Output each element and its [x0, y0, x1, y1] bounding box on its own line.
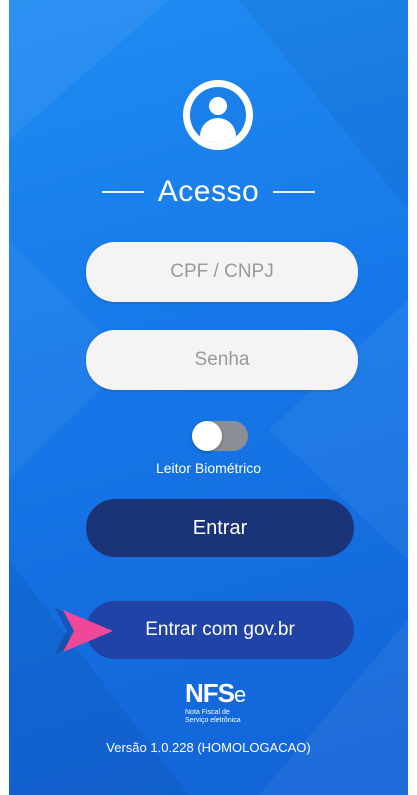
logo-main-text: NFS	[185, 678, 235, 708]
login-screen: Acesso Leitor Biométrico Entrar Entrar c…	[9, 0, 408, 795]
cpf-cnpj-input[interactable]	[86, 242, 358, 302]
biometric-label: Leitor Biométrico	[155, 460, 262, 476]
biometric-toggle[interactable]	[192, 421, 248, 451]
nfse-logo: NFSe Nota Fiscal de Serviço eletrônica	[185, 680, 265, 726]
password-input[interactable]	[86, 330, 358, 390]
title-row: Acesso	[9, 172, 408, 212]
version-text: Versão 1.0.228 (HOMOLOGACAO)	[106, 740, 311, 755]
gov-login-button[interactable]: Entrar com gov.br	[86, 601, 354, 659]
title-divider-right	[273, 191, 316, 193]
arrow-pointer-icon	[55, 608, 113, 654]
user-avatar-icon	[183, 80, 253, 150]
page-title: Acesso	[157, 175, 260, 208]
biometric-toggle-knob	[192, 421, 222, 451]
logo-subtitle: Nota Fiscal de Serviço eletrônica	[185, 709, 265, 725]
logo-subtitle-line2: Serviço eletrônica	[185, 717, 241, 724]
logo-suffix-text: e	[234, 682, 246, 707]
logo-subtitle-line1: Nota Fiscal de	[185, 709, 230, 716]
title-divider-left	[101, 191, 144, 193]
login-button[interactable]: Entrar	[86, 499, 354, 557]
